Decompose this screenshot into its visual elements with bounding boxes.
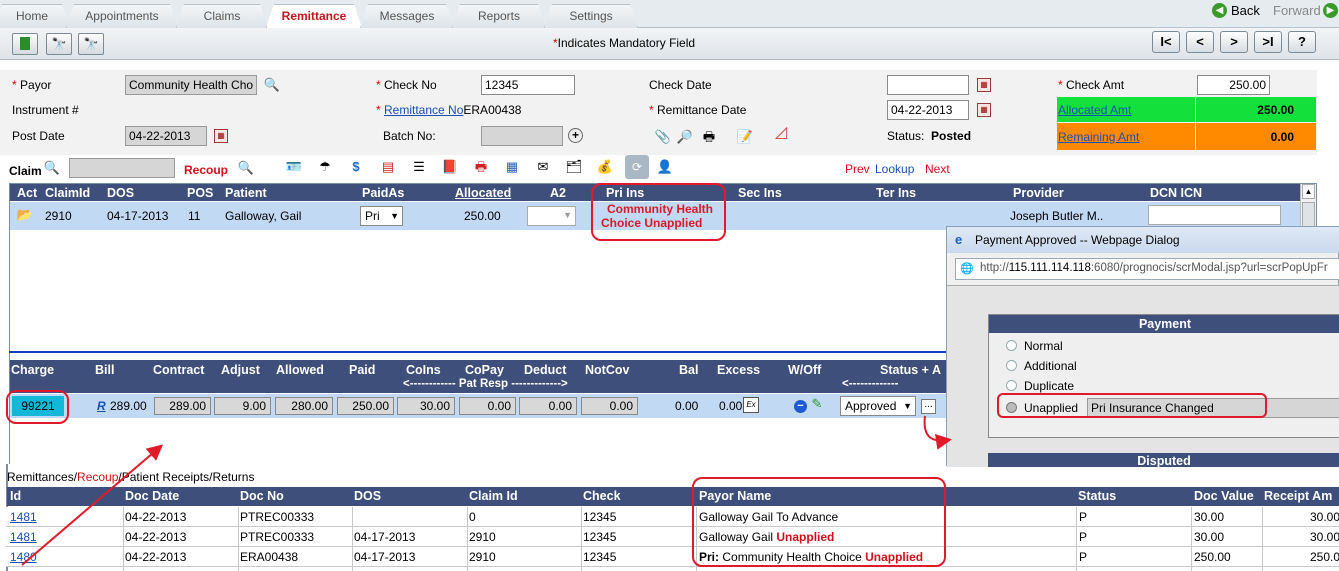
annotation-arrow-status [923, 415, 952, 450]
annotation-arrow-charge [21, 444, 164, 566]
annotation-arrows [21, 415, 952, 566]
